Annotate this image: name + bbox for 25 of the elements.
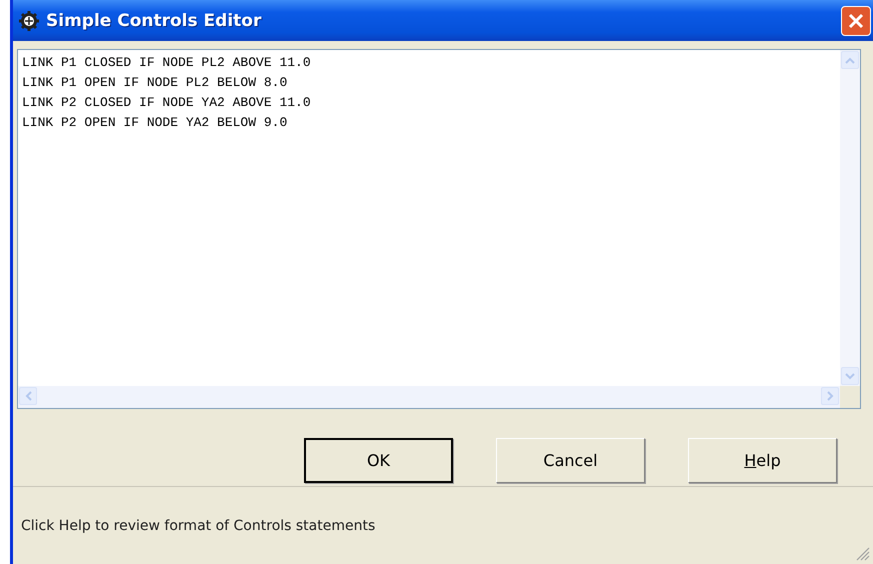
code-line: LINK P1 CLOSED IF NODE PL2 ABOVE 11.0 bbox=[22, 54, 312, 72]
scroll-left-button[interactable] bbox=[19, 387, 37, 405]
status-text: Click Help to review format of Controls statements bbox=[21, 518, 376, 534]
vertical-scrollbar[interactable] bbox=[840, 50, 860, 386]
close-button[interactable] bbox=[841, 6, 871, 36]
dialog-button[interactable]: Cancel bbox=[496, 438, 645, 483]
gear-icon bbox=[18, 10, 40, 32]
window-title: Simple Controls Editor bbox=[46, 10, 262, 30]
chevron-right-icon bbox=[826, 391, 834, 401]
scroll-right-button[interactable] bbox=[821, 387, 839, 405]
scroll-up-button[interactable] bbox=[841, 51, 859, 69]
dialog-button[interactable]: OK bbox=[304, 438, 453, 483]
chevron-left-icon bbox=[24, 391, 32, 401]
dialog-button[interactable]: Help bbox=[688, 438, 837, 483]
chevron-up-icon bbox=[845, 56, 855, 64]
scrollbar-corner bbox=[840, 386, 860, 408]
scroll-down-button[interactable] bbox=[841, 367, 859, 385]
code-line: LINK P1 OPEN IF NODE PL2 BELOW 8.0 bbox=[22, 74, 288, 92]
code-line: LINK P2 OPEN IF NODE YA2 BELOW 9.0 bbox=[22, 114, 288, 132]
close-icon bbox=[848, 12, 864, 28]
resize-grip-icon[interactable] bbox=[856, 547, 870, 561]
horizontal-scrollbar[interactable] bbox=[18, 386, 840, 408]
chevron-down-icon bbox=[845, 372, 855, 380]
code-line: LINK P2 CLOSED IF NODE YA2 ABOVE 11.0 bbox=[22, 94, 312, 112]
text-editor[interactable]: LINK P1 CLOSED IF NODE PL2 ABOVE 11.0 LINK P1 OPEN IF NODE PL2 BELOW 8.0 LINK P2 CLOSED IF NODE YA2 ABOVE 11.0 LINK P2 OPEN IF NODE YA2 BELOW 9.0 bbox=[17, 49, 861, 409]
